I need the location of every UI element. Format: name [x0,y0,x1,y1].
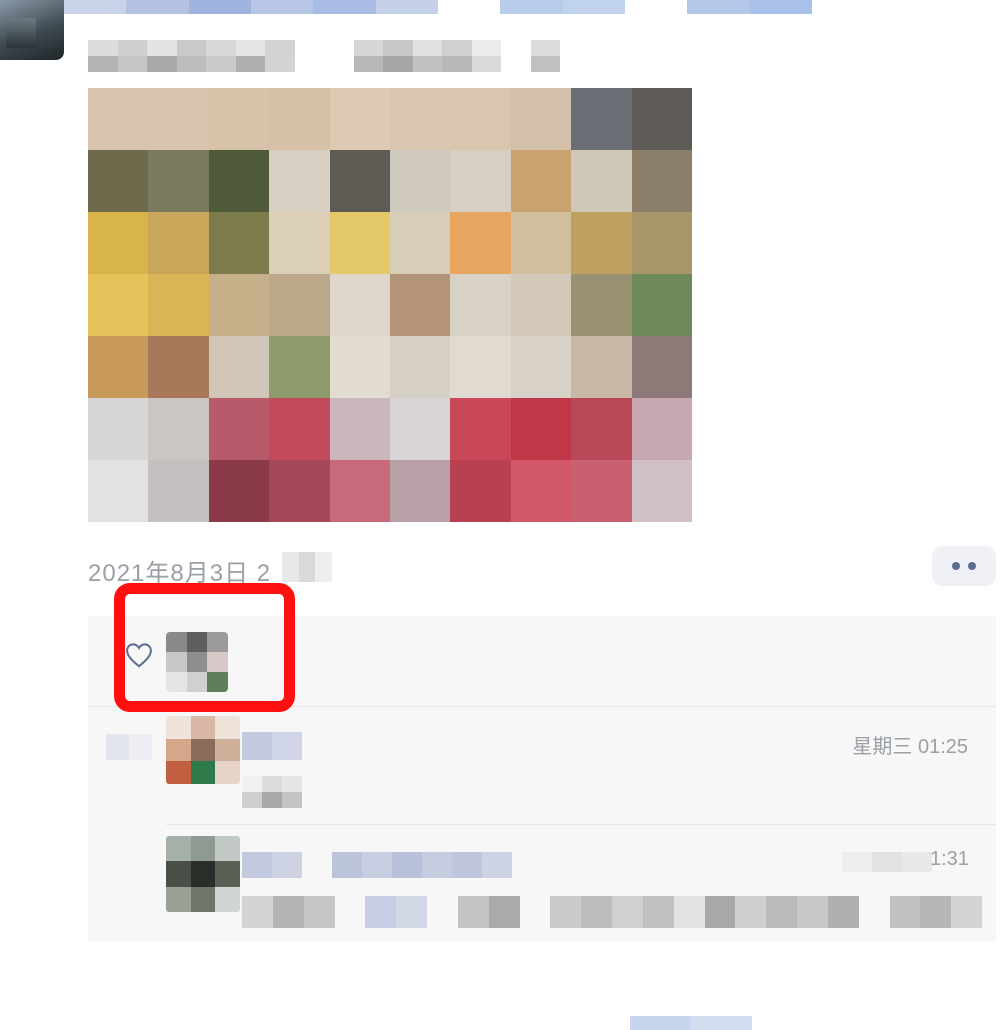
blurred-comment-icon [106,734,152,760]
post-photo[interactable] [88,88,692,522]
commenter-avatar[interactable] [166,716,240,784]
blurred-post-text [88,40,560,72]
blurred-time-text [842,852,932,872]
blurred-date-text [282,552,332,582]
more-dots-icon [952,562,960,570]
comment-divider [166,824,996,825]
comment-time: 1:31 [930,848,969,870]
blurred-commenter-name[interactable] [242,732,302,760]
blurred-link-text[interactable] [630,1016,752,1030]
highlight-box [114,583,295,712]
blurred-comment-text [242,776,302,808]
commenter-avatar[interactable] [166,836,240,912]
poster-avatar[interactable] [0,0,64,60]
blurred-commenter-name[interactable] [242,852,512,878]
comment-time: 星期三 01:25 [852,736,968,758]
more-options-button[interactable] [932,546,996,586]
blurred-link-text[interactable] [64,0,812,14]
blurred-comment-text [242,896,982,928]
